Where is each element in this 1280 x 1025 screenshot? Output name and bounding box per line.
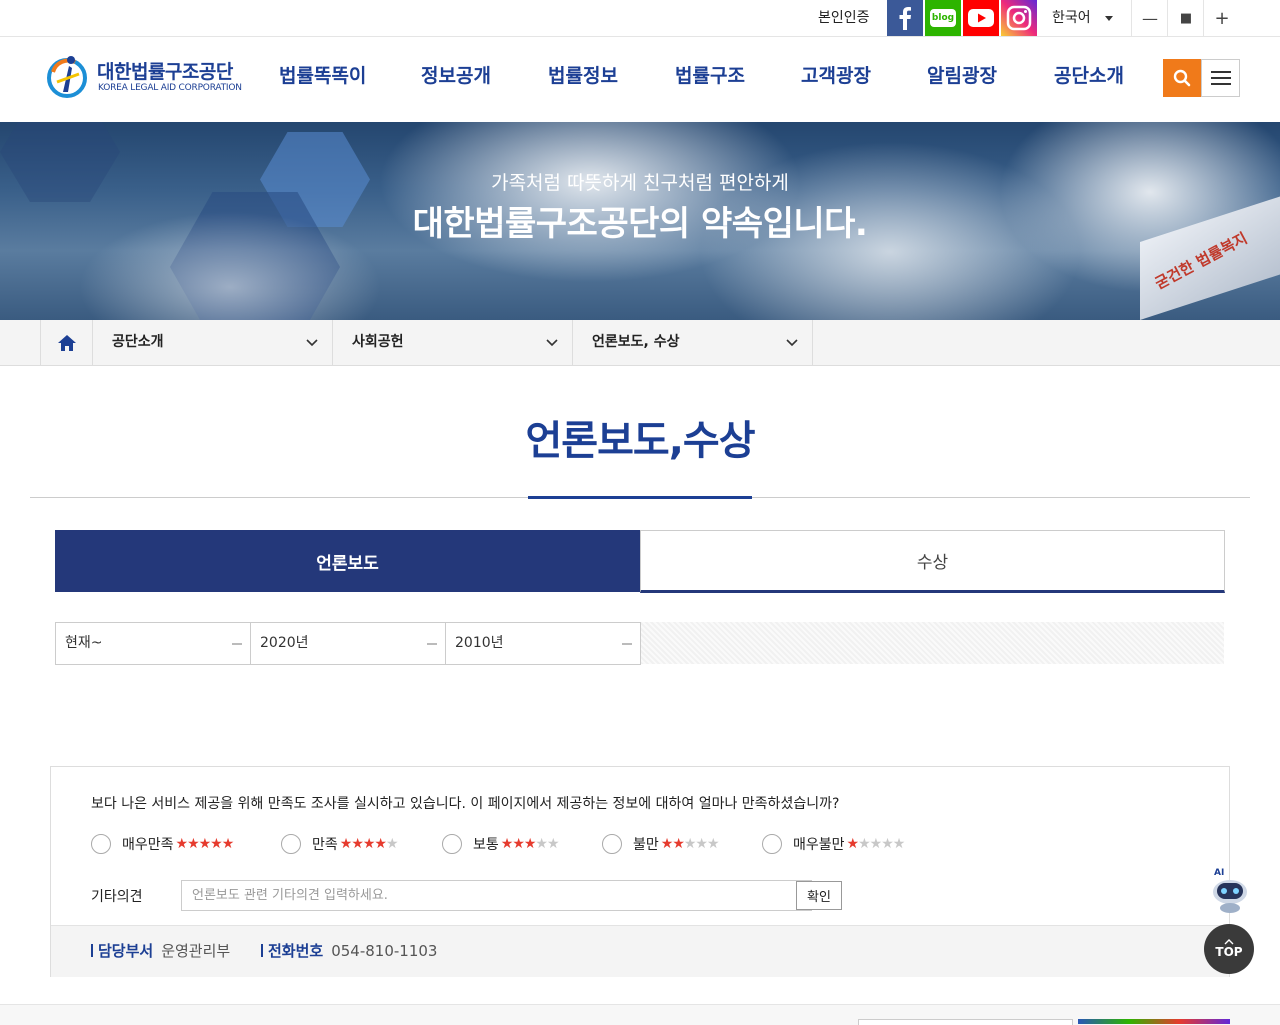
radio-button[interactable] <box>442 834 462 854</box>
facebook-icon[interactable] <box>887 0 923 36</box>
logo-text[interactable]: 대한법률구조공단 <box>97 57 233 84</box>
dept-info: 담당부서 운영관리부 <box>91 926 230 976</box>
banner-title: 대한법률구조공단의 약속입니다. <box>412 204 868 244</box>
breadcrumb-depth1-label: 공단소개 <box>112 334 164 350</box>
nav-item-legal-info[interactable]: 법률정보 <box>548 37 618 117</box>
chevron-down-icon <box>546 339 558 347</box>
phone-key: 전화번호 <box>268 942 324 960</box>
etc-opinion-input[interactable] <box>181 880 812 911</box>
survey-option-label: 불만 <box>633 837 659 853</box>
footer-banner <box>1078 1019 1230 1024</box>
scroll-top-button[interactable]: TOP <box>1204 924 1254 974</box>
ai-chatbot-button[interactable]: AI <box>1208 868 1252 916</box>
star-rating-icon: ★★★★★ <box>500 836 560 852</box>
site-header: 대한법률구조공단 KOREA LEGAL AID CORPORATION 법률똑… <box>0 37 1280 122</box>
logo-subtext: KOREA LEGAL AID CORPORATION <box>98 83 242 93</box>
survey-option-label: 보통 <box>473 837 499 853</box>
scroll-top-label: TOP <box>1215 945 1243 959</box>
survey-option-label: 만족 <box>312 837 338 853</box>
phone-value: 054-810-1103 <box>331 942 438 960</box>
survey-option-dissatisfied[interactable]: 불만 ★★★★★ <box>602 833 720 855</box>
tab-press[interactable]: 언론보도 <box>55 530 640 592</box>
minus-icon <box>427 643 437 645</box>
star-rating-icon: ★★★★★ <box>846 836 906 852</box>
hero-banner: 굳건한 법률복지 가족처럼 따뜻하게 친구처럼 편안하게 대한법률구조공단의 약… <box>0 122 1280 320</box>
chevron-down-icon <box>786 339 798 347</box>
logo-icon[interactable] <box>45 54 89 98</box>
radio-button[interactable] <box>91 834 111 854</box>
year-tab-current[interactable]: 현재~ <box>55 622 251 665</box>
nav-item-disclosure[interactable]: 정보공개 <box>421 37 491 117</box>
year-tab-2020[interactable]: 2020년 <box>250 622 446 665</box>
maximize-button[interactable]: ■ <box>1167 0 1204 36</box>
dept-value: 운영관리부 <box>161 942 231 960</box>
survey-option-very-dissatisfied[interactable]: 매우불만 ★★★★★ <box>762 833 906 855</box>
survey-option-neutral[interactable]: 보통 ★★★★★ <box>442 833 560 855</box>
year-tab-label: 현재~ <box>65 635 103 651</box>
new-tab-button[interactable]: + <box>1203 0 1240 36</box>
nav-item-legal-smart[interactable]: 법률똑똑이 <box>279 37 366 117</box>
radio-button[interactable] <box>762 834 782 854</box>
star-rating-icon: ★★★★★ <box>339 836 399 852</box>
phone-info: 전화번호 054-810-1103 <box>261 926 437 976</box>
radio-button[interactable] <box>602 834 622 854</box>
breadcrumb-depth2-label: 사회공헌 <box>352 334 404 350</box>
confirm-button[interactable]: 확인 <box>796 881 842 910</box>
footer-select[interactable] <box>858 1019 1073 1025</box>
year-tab-label: 2020년 <box>260 635 309 651</box>
star-rating-icon: ★★★★★ <box>660 836 720 852</box>
blog-icon-label: blog <box>931 13 955 23</box>
title-accent <box>528 496 752 499</box>
chevron-down-icon <box>306 339 318 347</box>
home-button[interactable] <box>40 320 93 365</box>
search-icon <box>1173 69 1191 87</box>
dept-key: 담당부서 <box>98 942 154 960</box>
breadcrumb-depth3[interactable]: 언론보도, 수상 <box>572 320 813 365</box>
survey-option-satisfied[interactable]: 만족 ★★★★★ <box>281 833 398 855</box>
menu-button[interactable] <box>1201 59 1240 97</box>
minimize-button[interactable]: — <box>1131 0 1168 36</box>
year-tab-2010[interactable]: 2010년 <box>445 622 641 665</box>
breadcrumb-depth3-label: 언론보도, 수상 <box>592 334 680 350</box>
page-title: 언론보도,수상 <box>525 418 756 464</box>
breadcrumb-depth1[interactable]: 공단소개 <box>92 320 333 365</box>
chevron-down-icon <box>1105 16 1113 21</box>
survey-option-label: 매우불만 <box>793 837 845 853</box>
blog-icon[interactable]: blog <box>925 0 961 36</box>
year-tab-label: 2010년 <box>455 635 504 651</box>
utility-bar: 본인인증 blog 한국어 — ■ + <box>0 0 1280 37</box>
minus-icon <box>232 643 242 645</box>
language-select[interactable]: 한국어 <box>1052 0 1091 36</box>
nav-item-notice[interactable]: 알림광장 <box>927 37 997 117</box>
minus-icon <box>622 643 632 645</box>
banner-subtitle: 가족처럼 따뜻하게 친구처럼 편안하게 <box>491 172 789 194</box>
survey-contact: 담당부서 운영관리부 전화번호 054-810-1103 <box>51 925 1229 977</box>
radio-button[interactable] <box>281 834 301 854</box>
breadcrumb: 공단소개 사회공헌 언론보도, 수상 <box>0 320 1280 366</box>
satisfaction-survey: 보다 나은 서비스 제공을 위해 만족도 조사를 실시하고 있습니다. 이 페이… <box>50 766 1230 977</box>
instagram-icon[interactable] <box>1001 0 1037 36</box>
nav-item-customer[interactable]: 고객광장 <box>801 37 871 117</box>
year-tab-filler <box>641 622 1224 664</box>
nav-item-legal-aid[interactable]: 법률구조 <box>675 37 745 117</box>
ai-label: AI <box>1214 868 1225 878</box>
home-icon <box>57 334 76 351</box>
hamburger-icon <box>1210 71 1231 85</box>
auth-link[interactable]: 본인인증 <box>818 0 870 36</box>
survey-question: 보다 나은 서비스 제공을 위해 만족도 조사를 실시하고 있습니다. 이 페이… <box>91 796 840 812</box>
star-rating-icon: ★★★★★ <box>175 836 235 852</box>
etc-opinion-label: 기타의견 <box>91 889 143 905</box>
survey-option-very-satisfied[interactable]: 매우만족 ★★★★★ <box>91 833 235 855</box>
search-button[interactable] <box>1163 59 1201 97</box>
survey-option-label: 매우만족 <box>122 837 174 853</box>
breadcrumb-depth2[interactable]: 사회공헌 <box>332 320 573 365</box>
youtube-icon[interactable] <box>963 0 999 36</box>
tab-awards[interactable]: 수상 <box>640 530 1225 593</box>
nav-item-about[interactable]: 공단소개 <box>1054 37 1124 117</box>
